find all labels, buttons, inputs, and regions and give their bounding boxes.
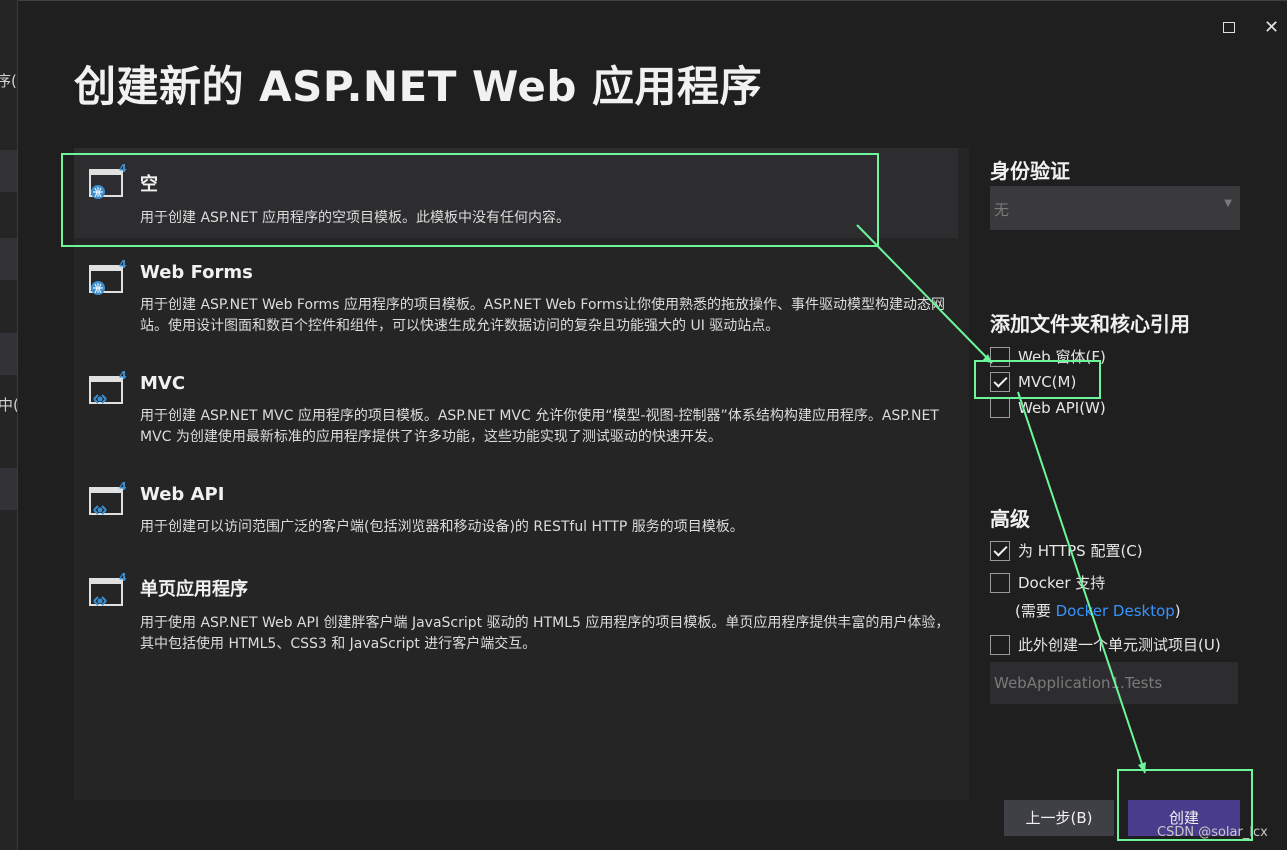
docker-option[interactable]: Docker 支持	[990, 572, 1105, 593]
template-desc: 用于创建 ASP.NET Web Forms 应用程序的项目模板。ASP.NET…	[140, 297, 945, 334]
docker-label: Docker 支持	[1018, 574, 1106, 592]
background-block	[0, 333, 17, 375]
web-project-icon: 4	[89, 162, 127, 199]
mvc-checkbox[interactable]	[990, 372, 1010, 392]
https-label: 为 HTTPS 配置(C)	[1018, 542, 1143, 560]
mvc-option[interactable]: MVC(M)	[990, 372, 1076, 392]
template-name: Web API	[140, 484, 225, 505]
webapi-option[interactable]: Web API(W)	[990, 398, 1106, 418]
web-project-icon: 4	[89, 258, 127, 295]
maximize-icon[interactable]	[1223, 22, 1235, 33]
docker-note: (需要 Docker Desktop)	[1015, 600, 1181, 621]
spa-project-icon: 4	[89, 571, 127, 606]
docker-desktop-link[interactable]: Docker Desktop	[1056, 602, 1175, 620]
unit-test-label: 此外创建一个单元测试项目(U)	[1018, 636, 1221, 654]
test-project-name-input[interactable]: WebApplication1.Tests	[990, 662, 1238, 704]
background-text: 中(	[0, 394, 17, 415]
template-item-spa[interactable]: 4 单页应用程序 用于使用 ASP.NET Web API 创建胖客户端 Jav…	[74, 571, 958, 661]
mvc-project-icon: 4	[89, 369, 127, 404]
background-text: 序(	[0, 72, 17, 90]
webforms-checkbox[interactable]	[990, 346, 1010, 367]
template-badge: 4	[119, 571, 127, 584]
background-block	[0, 468, 17, 510]
auth-select-value: 无	[994, 201, 1010, 219]
auth-select[interactable]: 无 ▼	[990, 186, 1240, 230]
template-item-mvc[interactable]: 4 MVC 用于创建 ASP.NET MVC 应用程序的项目模板。ASP.NET…	[74, 369, 958, 459]
docker-note-prefix: (需要	[1015, 602, 1056, 620]
webapi-label: Web API(W)	[1018, 399, 1106, 417]
chevron-down-icon: ▼	[1224, 198, 1232, 209]
background-window: 序( 中(	[0, 0, 18, 850]
template-name: 空	[140, 174, 158, 195]
template-badge: 4	[119, 369, 127, 382]
template-desc: 用于创建可以访问范围广泛的客户端(包括浏览器和移动设备)的 RESTful HT…	[140, 519, 744, 535]
back-button[interactable]: 上一步(B)	[1004, 800, 1114, 836]
dialog-title: 创建新的 ASP.NET Web 应用程序	[74, 62, 763, 111]
template-badge: 4	[119, 480, 127, 493]
template-list: 4 空 用于创建 ASP.NET 应用程序的空项目模板。此模板中没有任何内容。 …	[74, 148, 969, 800]
https-option[interactable]: 为 HTTPS 配置(C)	[990, 540, 1143, 561]
template-name: 单页应用程序	[140, 579, 248, 600]
template-desc: 用于使用 ASP.NET Web API 创建胖客户端 JavaScript 驱…	[140, 615, 950, 652]
webforms-label: Web 窗体(F)	[1018, 348, 1106, 366]
template-item-empty[interactable]: 4 空 用于创建 ASP.NET 应用程序的空项目模板。此模板中没有任何内容。	[74, 148, 958, 238]
template-badge: 4	[119, 258, 127, 271]
unit-test-option[interactable]: 此外创建一个单元测试项目(U)	[990, 634, 1221, 655]
watermark: CSDN @solar_lcx	[1157, 825, 1268, 840]
unit-test-checkbox[interactable]	[990, 634, 1010, 655]
webforms-option[interactable]: Web 窗体(F)	[990, 346, 1106, 367]
template-desc: 用于创建 ASP.NET 应用程序的空项目模板。此模板中没有任何内容。	[140, 210, 570, 226]
mvc-label: MVC(M)	[1018, 373, 1077, 391]
background-block	[0, 150, 17, 192]
background-block	[0, 238, 17, 280]
advanced-heading: 高级	[990, 507, 1030, 531]
template-item-web-forms[interactable]: 4 Web Forms 用于创建 ASP.NET Web Forms 应用程序的…	[74, 258, 958, 348]
docker-checkbox[interactable]	[990, 572, 1010, 593]
template-desc: 用于创建 ASP.NET MVC 应用程序的项目模板。ASP.NET MVC 允…	[140, 408, 939, 445]
folders-heading: 添加文件夹和核心引用	[990, 312, 1190, 336]
auth-heading: 身份验证	[990, 159, 1070, 183]
template-name: Web Forms	[140, 262, 253, 283]
https-checkbox[interactable]	[990, 540, 1010, 561]
webapi-checkbox[interactable]	[990, 398, 1010, 418]
template-item-web-api[interactable]: 4 Web API 用于创建可以访问范围广泛的客户端(包括浏览器和移动设备)的 …	[74, 480, 958, 550]
template-name: MVC	[140, 373, 186, 394]
create-project-dialog: ✕ 创建新的 ASP.NET Web 应用程序 4 空 用于创建 ASP.NET…	[18, 0, 1287, 850]
api-project-icon: 4	[89, 480, 127, 515]
template-badge: 4	[119, 162, 127, 175]
docker-note-suffix: )	[1174, 602, 1181, 620]
close-icon[interactable]: ✕	[1264, 17, 1279, 38]
